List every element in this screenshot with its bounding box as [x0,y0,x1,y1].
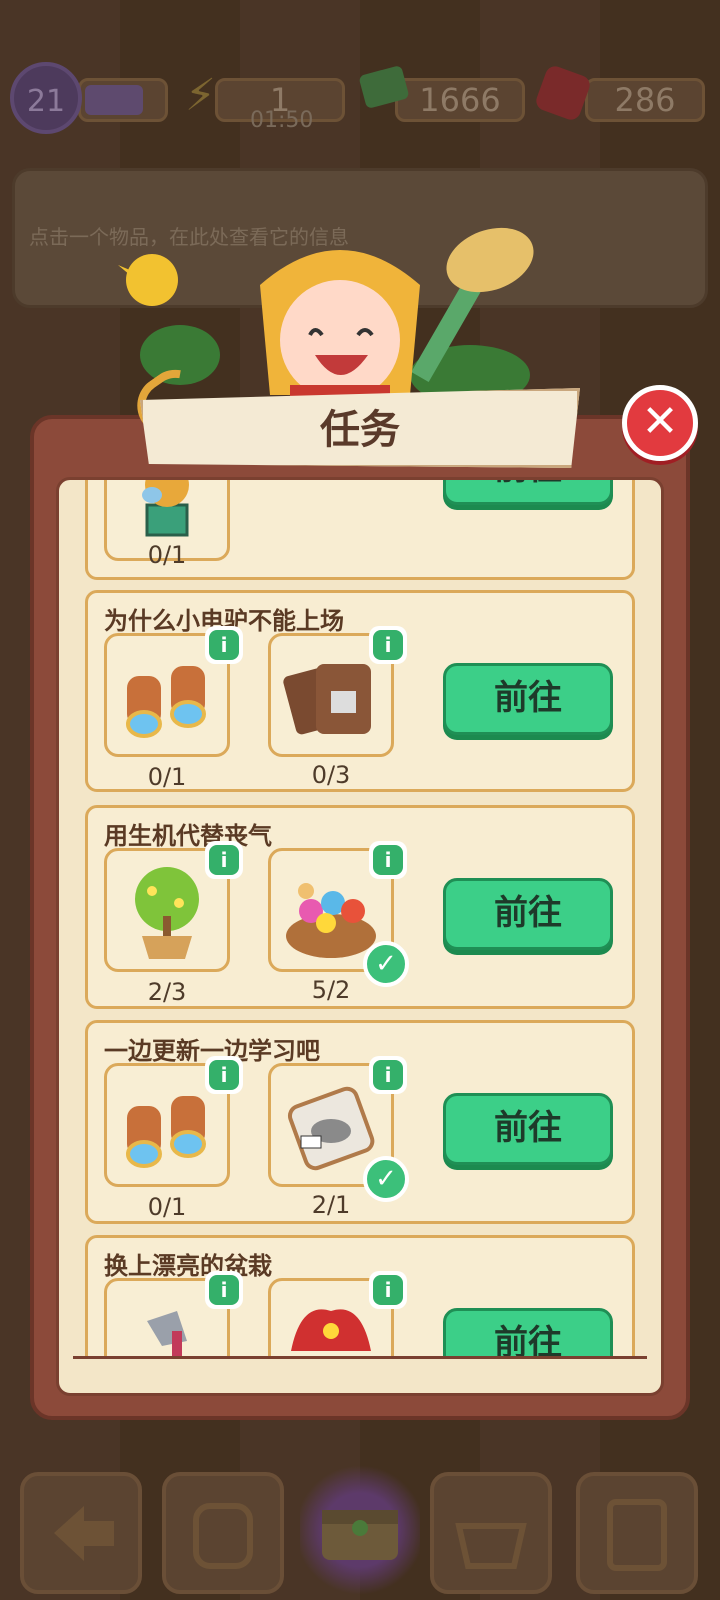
hatchet-icon [117,1291,217,1357]
go-button[interactable]: 前往 [443,663,613,735]
item-info-button[interactable]: i [369,1056,407,1094]
binoculars-icon [117,646,217,746]
backpack-button[interactable] [162,1472,284,1594]
item-info-button[interactable]: i [205,1271,243,1309]
bag-icon [281,1076,381,1176]
energy-icon: ⚡ [185,70,216,121]
task-item-count: 2/1 [311,1191,351,1219]
backpack-icon [193,1503,253,1569]
task-card: 换上漂亮的盆栽 i i 前往 [85,1235,635,1357]
potted-tree-icon [117,861,217,961]
list-divider [73,1356,647,1359]
task-item-slot[interactable]: i [104,1271,243,1357]
task-title: 换上漂亮的盆栽 [104,1252,272,1280]
center-chest-button[interactable] [300,1460,420,1600]
close-icon: ✕ [641,396,679,447]
back-button[interactable] [20,1472,142,1594]
go-button[interactable]: 前往 [443,480,613,505]
gem-counter[interactable]: 286 [585,78,705,122]
task-item-slot[interactable]: i [104,841,243,972]
close-button[interactable]: ✕ [622,385,698,461]
task-item-count: 5/2 [311,976,351,1004]
task-card: 为什么小电驴不能上场 i 0/1 i 0/3 前往 [85,590,635,792]
level-badge[interactable]: 21 [10,62,82,134]
item-info-button[interactable]: i [369,626,407,664]
task-dialog: 0/1 前往 为什么小电驴不能上场 i [30,415,690,1420]
item-info-button[interactable]: i [205,1056,243,1094]
level-progress-bar [78,78,168,122]
dialog-title: 任务 [140,388,580,468]
task-item-count: 0/3 [311,761,351,789]
go-button[interactable]: 前往 [443,878,613,950]
arrow-left-icon [54,1506,114,1561]
task-title: 用生机代替丧气 [104,822,272,850]
task-item-count: 0/1 [147,1193,187,1221]
task-item-count: 2/3 [147,978,187,1006]
hud-bar: 21 ⚡ 1 1666 286 [0,60,720,140]
item-info-button[interactable]: i [369,841,407,879]
item-info-button[interactable]: i [205,841,243,879]
chest-icon [322,1510,398,1560]
gem-icon [533,63,593,123]
binoculars-icon [117,1076,217,1176]
task-card: 0/1 前往 [85,480,635,580]
task-item-count: 0/1 [147,763,187,791]
item-info-button[interactable]: i [205,626,243,664]
task-list-container[interactable]: 0/1 前往 为什么小电驴不能上场 i [56,477,664,1396]
task-board-button[interactable] [576,1472,698,1594]
task-card: 一边更新一边学习吧 i 0/1 i ✓ 2/1 前往 [85,1020,635,1224]
item-info-button[interactable]: i [369,1271,407,1309]
task-item-slot[interactable]: i [104,1056,243,1187]
go-button[interactable]: 前往 [443,1308,613,1357]
basket-icon [455,1523,527,1569]
cash-counter[interactable]: 1666 [395,78,525,122]
statue-icon [117,480,217,550]
flower-basket-icon [281,861,381,961]
bottom-nav [0,1460,720,1600]
energy-timer: 01:50 [250,108,314,133]
task-item-slot[interactable]: i ✓ [268,841,409,987]
task-card: 用生机代替丧气 i 2/3 i ✓ 5/2 前往 [85,805,635,1009]
clipboard-icon [607,1499,667,1571]
go-button[interactable]: 前往 [443,1093,613,1165]
red-plant-icon [281,1291,381,1357]
shop-basket-button[interactable] [430,1472,552,1594]
task-item-slot[interactable]: i [268,626,407,757]
task-list[interactable]: 0/1 前往 为什么小电驴不能上场 i [59,480,661,1357]
task-item-slot[interactable]: i [268,1271,407,1357]
leather-pouch-icon [281,646,381,746]
task-item-count: 0/1 [147,541,187,569]
task-item-slot[interactable]: i [104,626,243,757]
task-item-slot[interactable]: i ✓ [268,1056,409,1202]
